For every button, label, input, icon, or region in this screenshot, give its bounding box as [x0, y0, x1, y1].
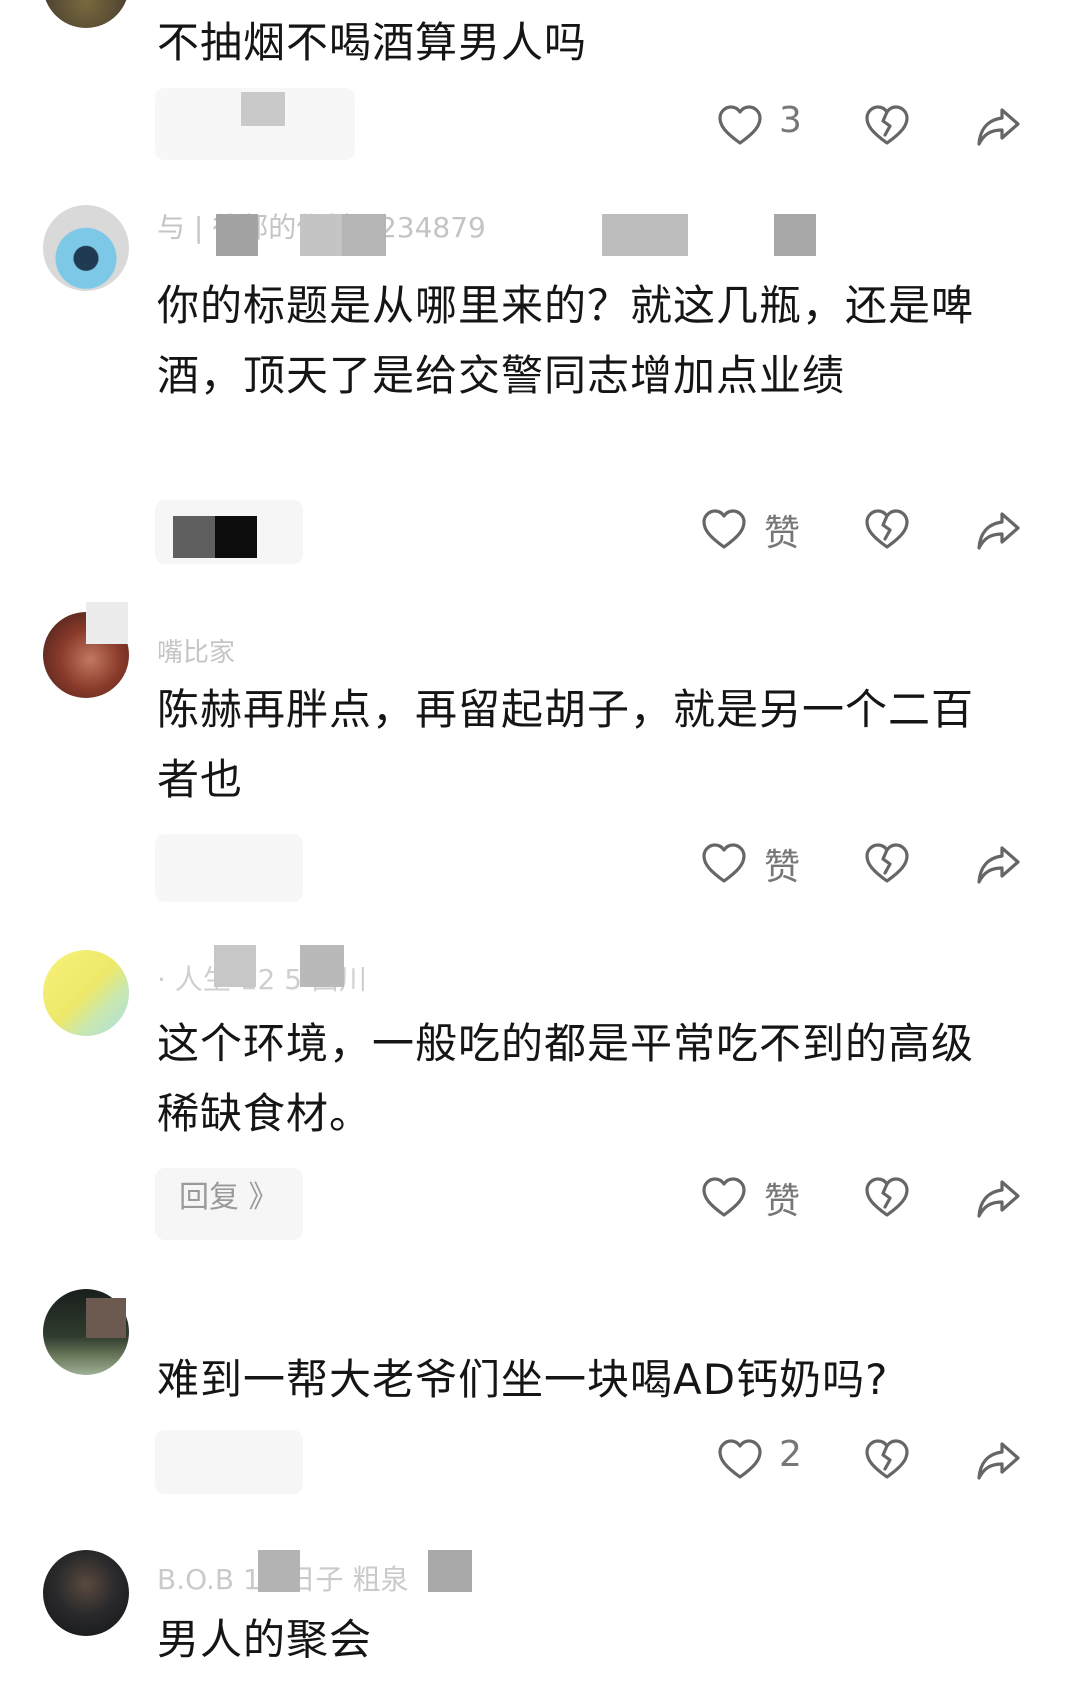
mosaic — [300, 945, 344, 987]
mosaic — [258, 1550, 300, 1592]
comment-actions: 3 — [0, 96, 1080, 156]
like-count: 3 — [779, 100, 802, 141]
mosaic — [342, 214, 386, 256]
comment-text: 难到一帮大老爷们坐一块喝AD钙奶吗? — [157, 1355, 889, 1404]
mosaic — [774, 214, 816, 256]
share-arrow-icon[interactable] — [974, 1174, 1022, 1222]
comment-text: 你的标题是从哪里来的？就这几瓶，还是啤酒，顶天了是给交警同志增加点业绩 — [157, 281, 975, 400]
comment-text: 陈赫再胖点，再留起胡子，就是另一个二百者也 — [157, 685, 975, 804]
comment-actions: 2 — [0, 1430, 1080, 1490]
mosaic — [86, 602, 128, 644]
comment-actions: 赞 — [0, 500, 1080, 560]
avatar[interactable] — [43, 1550, 129, 1636]
comment-actions: 赞 — [0, 1168, 1080, 1228]
mosaic — [86, 1298, 126, 1338]
mosaic — [214, 945, 256, 987]
like-label: 赞 — [764, 1181, 801, 1222]
share-arrow-icon[interactable] — [974, 1436, 1022, 1484]
broken-heart-icon[interactable] — [863, 840, 911, 888]
like-count: 2 — [779, 1434, 802, 1475]
comment-actions: 赞 — [0, 834, 1080, 894]
comment-text: 不抽烟不喝酒算男人吗 — [157, 18, 588, 67]
broken-heart-icon[interactable] — [863, 102, 911, 150]
heart-outline-icon[interactable] — [716, 102, 764, 150]
mosaic — [602, 214, 688, 256]
avatar[interactable] — [43, 205, 129, 291]
username: 嘴比家 — [157, 638, 236, 668]
heart-outline-icon[interactable] — [716, 1436, 764, 1484]
avatar[interactable] — [43, 950, 129, 1036]
broken-heart-icon[interactable] — [863, 1436, 911, 1484]
share-arrow-icon[interactable] — [974, 102, 1022, 150]
avatar[interactable] — [43, 0, 129, 28]
heart-outline-icon[interactable] — [700, 1174, 748, 1222]
share-arrow-icon[interactable] — [974, 840, 1022, 888]
mosaic — [216, 214, 258, 256]
comment-text: 男人的聚会 — [157, 1615, 373, 1664]
share-arrow-icon[interactable] — [974, 506, 1022, 554]
broken-heart-icon[interactable] — [863, 506, 911, 554]
broken-heart-icon[interactable] — [863, 1174, 911, 1222]
heart-outline-icon[interactable] — [700, 840, 748, 888]
like-label: 赞 — [764, 513, 801, 554]
comment-text: 这个环境，一般吃的都是平常吃不到的高级稀缺食材。 — [157, 1019, 975, 1138]
mosaic — [300, 214, 342, 256]
like-label: 赞 — [764, 847, 801, 888]
mosaic — [428, 1550, 472, 1592]
heart-outline-icon[interactable] — [700, 506, 748, 554]
